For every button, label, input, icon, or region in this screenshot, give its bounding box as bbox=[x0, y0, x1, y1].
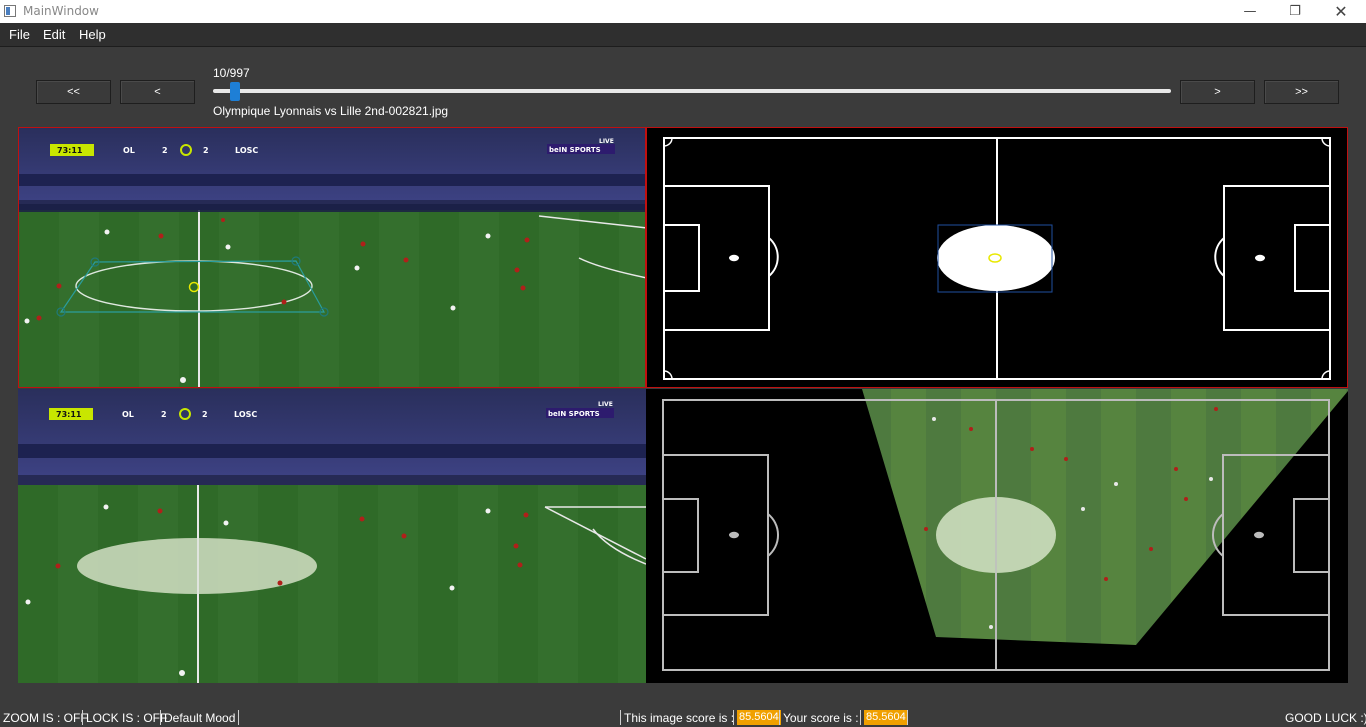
broadcast-home-score: 2 bbox=[162, 146, 168, 155]
broadcast-home-score: 2 bbox=[161, 410, 167, 419]
broadcast-away-score: 2 bbox=[202, 410, 208, 419]
status-divider bbox=[860, 710, 861, 725]
status-divider bbox=[238, 710, 239, 725]
center-circle-fill bbox=[937, 225, 1055, 291]
previous-frame-button[interactable]: < bbox=[120, 80, 195, 104]
next-frame-button[interactable]: > bbox=[1180, 80, 1255, 104]
image-score-value: 85.5604 bbox=[737, 710, 781, 725]
minimize-icon[interactable]: — bbox=[1227, 0, 1273, 23]
live-badge: LIVE bbox=[599, 138, 614, 145]
close-icon[interactable]: ✕ bbox=[1318, 0, 1364, 23]
menu-file[interactable]: File bbox=[9, 27, 30, 42]
broadcast-away-score: 2 bbox=[203, 146, 209, 155]
warped-frame bbox=[862, 389, 1348, 645]
broadcast-away-team: LOSC bbox=[234, 410, 257, 419]
status-divider bbox=[160, 710, 161, 725]
status-divider bbox=[620, 710, 621, 725]
status-divider bbox=[907, 710, 908, 725]
image-score-label: This image score is : bbox=[624, 711, 735, 725]
status-divider bbox=[779, 710, 780, 725]
status-divider bbox=[733, 710, 734, 725]
network-logo: beIN SPORTS bbox=[549, 146, 601, 154]
broadcast-view-annotated[interactable]: 73:11 OL 2 2 LOSC beIN SPORTS LIVE bbox=[18, 127, 646, 388]
broadcast-home-team: OL bbox=[122, 410, 134, 419]
frame-counter: 10/997 bbox=[213, 66, 250, 80]
pitch-grass bbox=[19, 210, 645, 387]
title-bar: MainWindow — ❐ ✕ bbox=[0, 0, 1366, 23]
restore-icon[interactable]: ❐ bbox=[1272, 0, 1318, 23]
menu-edit[interactable]: Edit bbox=[43, 27, 65, 42]
last-frame-button[interactable]: >> bbox=[1264, 80, 1339, 104]
lock-status: LOCK IS : OFF bbox=[86, 711, 168, 725]
good-luck-message: GOOD LUCK :) bbox=[1285, 711, 1366, 725]
first-frame-button[interactable]: << bbox=[36, 80, 111, 104]
broadcast-view-projected[interactable]: 73:11 OL 2 2 LOSC beIN SPORTS LIVE bbox=[18, 389, 646, 683]
menu-bar: File Edit Help bbox=[0, 23, 1366, 47]
menu-help[interactable]: Help bbox=[79, 27, 106, 42]
your-score-value: 85.5604 bbox=[864, 710, 908, 725]
status-divider bbox=[82, 710, 83, 725]
stadium-stand bbox=[18, 389, 646, 484]
frame-slider-track[interactable] bbox=[213, 89, 1171, 93]
mood-status: Default Mood bbox=[164, 711, 236, 725]
status-bar: ZOOM IS : OFF LOCK IS : OFF Default Mood… bbox=[0, 708, 1366, 727]
stadium-stand bbox=[19, 128, 645, 208]
pitch-template-view[interactable] bbox=[646, 127, 1348, 388]
zoom-status: ZOOM IS : OFF bbox=[3, 711, 88, 725]
app-icon bbox=[4, 5, 16, 17]
live-badge: LIVE bbox=[598, 401, 613, 408]
your-score-label: Your score is : bbox=[783, 711, 859, 725]
frame-slider-handle[interactable] bbox=[230, 82, 241, 101]
broadcast-home-team: OL bbox=[123, 146, 135, 155]
network-logo: beIN SPORTS bbox=[548, 410, 600, 418]
broadcast-clock: 73:11 bbox=[57, 146, 83, 155]
broadcast-clock: 73:11 bbox=[56, 410, 82, 419]
projected-center-circle bbox=[77, 538, 317, 594]
warped-overlay-view[interactable] bbox=[646, 389, 1348, 683]
window-title: MainWindow bbox=[23, 4, 99, 18]
image-filename: Olympique Lyonnais vs Lille 2nd-002821.j… bbox=[213, 104, 449, 118]
broadcast-away-team: LOSC bbox=[235, 146, 258, 155]
